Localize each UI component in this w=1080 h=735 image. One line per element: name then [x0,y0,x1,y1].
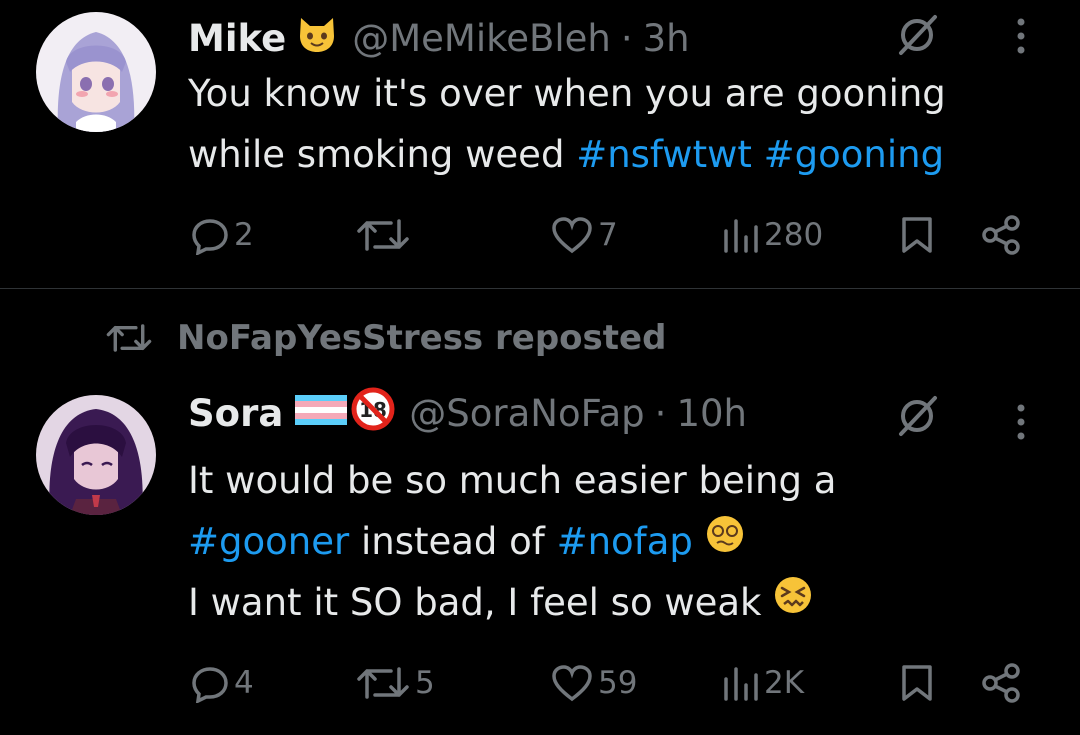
share-button[interactable] [980,663,1024,703]
repost-button[interactable] [355,215,415,255]
tweet-line: while smoking weed #nsfwtwt #gooning [188,124,946,185]
bookmark-button[interactable] [900,663,934,703]
grok-icon[interactable] [895,13,939,57]
author-name[interactable]: Sora [188,392,283,435]
tweet-header: Sora 18 @SoraNoFap · 10h [188,387,747,440]
tweet-line: It would be so much easier being a [188,459,837,502]
dizzy-face-emoji [705,511,745,572]
tweet-line: You know it's over when you are gooning [188,72,946,115]
reply-count: 2 [234,217,254,253]
tweet-divider [0,288,1080,289]
views-button[interactable]: 2K [720,663,804,703]
author-handle[interactable]: @SoraNoFap [409,392,644,435]
hashtag-link[interactable]: #gooning [764,133,944,176]
hashtag-link[interactable]: #nofap [557,511,693,572]
reply-icon [192,667,228,703]
hashtag-link[interactable]: #nsfwtwt [576,133,752,176]
more-options-icon[interactable] [1015,16,1027,56]
views-icon [724,219,758,253]
tweet[interactable]: Mike @MeMikeBleh · 3h You know it's over… [0,0,1080,288]
tweet[interactable]: Sora 18 @SoraNoFap · 10h It wo [0,290,1080,735]
separator: · [654,392,667,435]
cat-face-emoji [296,14,338,63]
reply-icon [192,219,228,255]
like-count: 7 [598,217,618,253]
views-button[interactable]: 280 [720,215,823,255]
timestamp[interactable]: 10h [676,392,747,435]
timestamp[interactable]: 3h [643,17,690,60]
repost-icon [357,219,409,251]
reply-button[interactable]: 4 [190,663,254,703]
repost-button[interactable]: 5 [355,663,435,703]
reply-button[interactable]: 2 [190,215,254,255]
tweet-header: Mike @MeMikeBleh · 3h [188,14,690,63]
avatar[interactable] [36,395,156,515]
like-count: 59 [598,665,638,701]
tweet-line: I want it SO bad, I feel so weak [188,572,836,633]
more-options-icon[interactable] [1015,402,1027,442]
bookmark-icon [902,665,932,701]
no-under-18-emoji: 18 [351,387,395,440]
heart-icon [552,665,592,702]
tweet-line-text: instead of [349,520,557,563]
avatar[interactable] [36,12,156,132]
author-handle[interactable]: @MeMikeBleh [352,17,611,60]
tweet-text: You know it's over when you are gooning … [188,63,946,185]
confounded-face-emoji [773,572,813,633]
tweet-text: It would be so much easier being a #goon… [188,450,836,633]
grok-icon[interactable] [895,394,939,438]
share-button[interactable] [980,215,1024,255]
repost-icon [357,667,409,699]
tweet-line: #gooner instead of #nofap [188,511,836,572]
tweet-line-text: I want it SO bad, I feel so weak [188,581,762,624]
like-button[interactable]: 7 [550,215,618,255]
share-icon [982,215,1020,255]
hashtag-link[interactable]: #gooner [188,511,349,572]
bookmark-button[interactable] [900,215,934,255]
trans-flag-emoji [293,389,349,438]
bookmark-icon [902,217,932,253]
separator: · [620,17,633,60]
tweet-line-text: while smoking weed [188,133,577,176]
share-icon [982,663,1020,703]
view-count: 280 [764,217,824,253]
heart-icon [552,217,592,254]
view-count: 2K [764,665,805,701]
repost-count: 5 [415,665,435,701]
views-icon [724,667,758,701]
author-name[interactable]: Mike [188,17,286,60]
reply-count: 4 [234,665,254,701]
like-button[interactable]: 59 [550,663,637,703]
